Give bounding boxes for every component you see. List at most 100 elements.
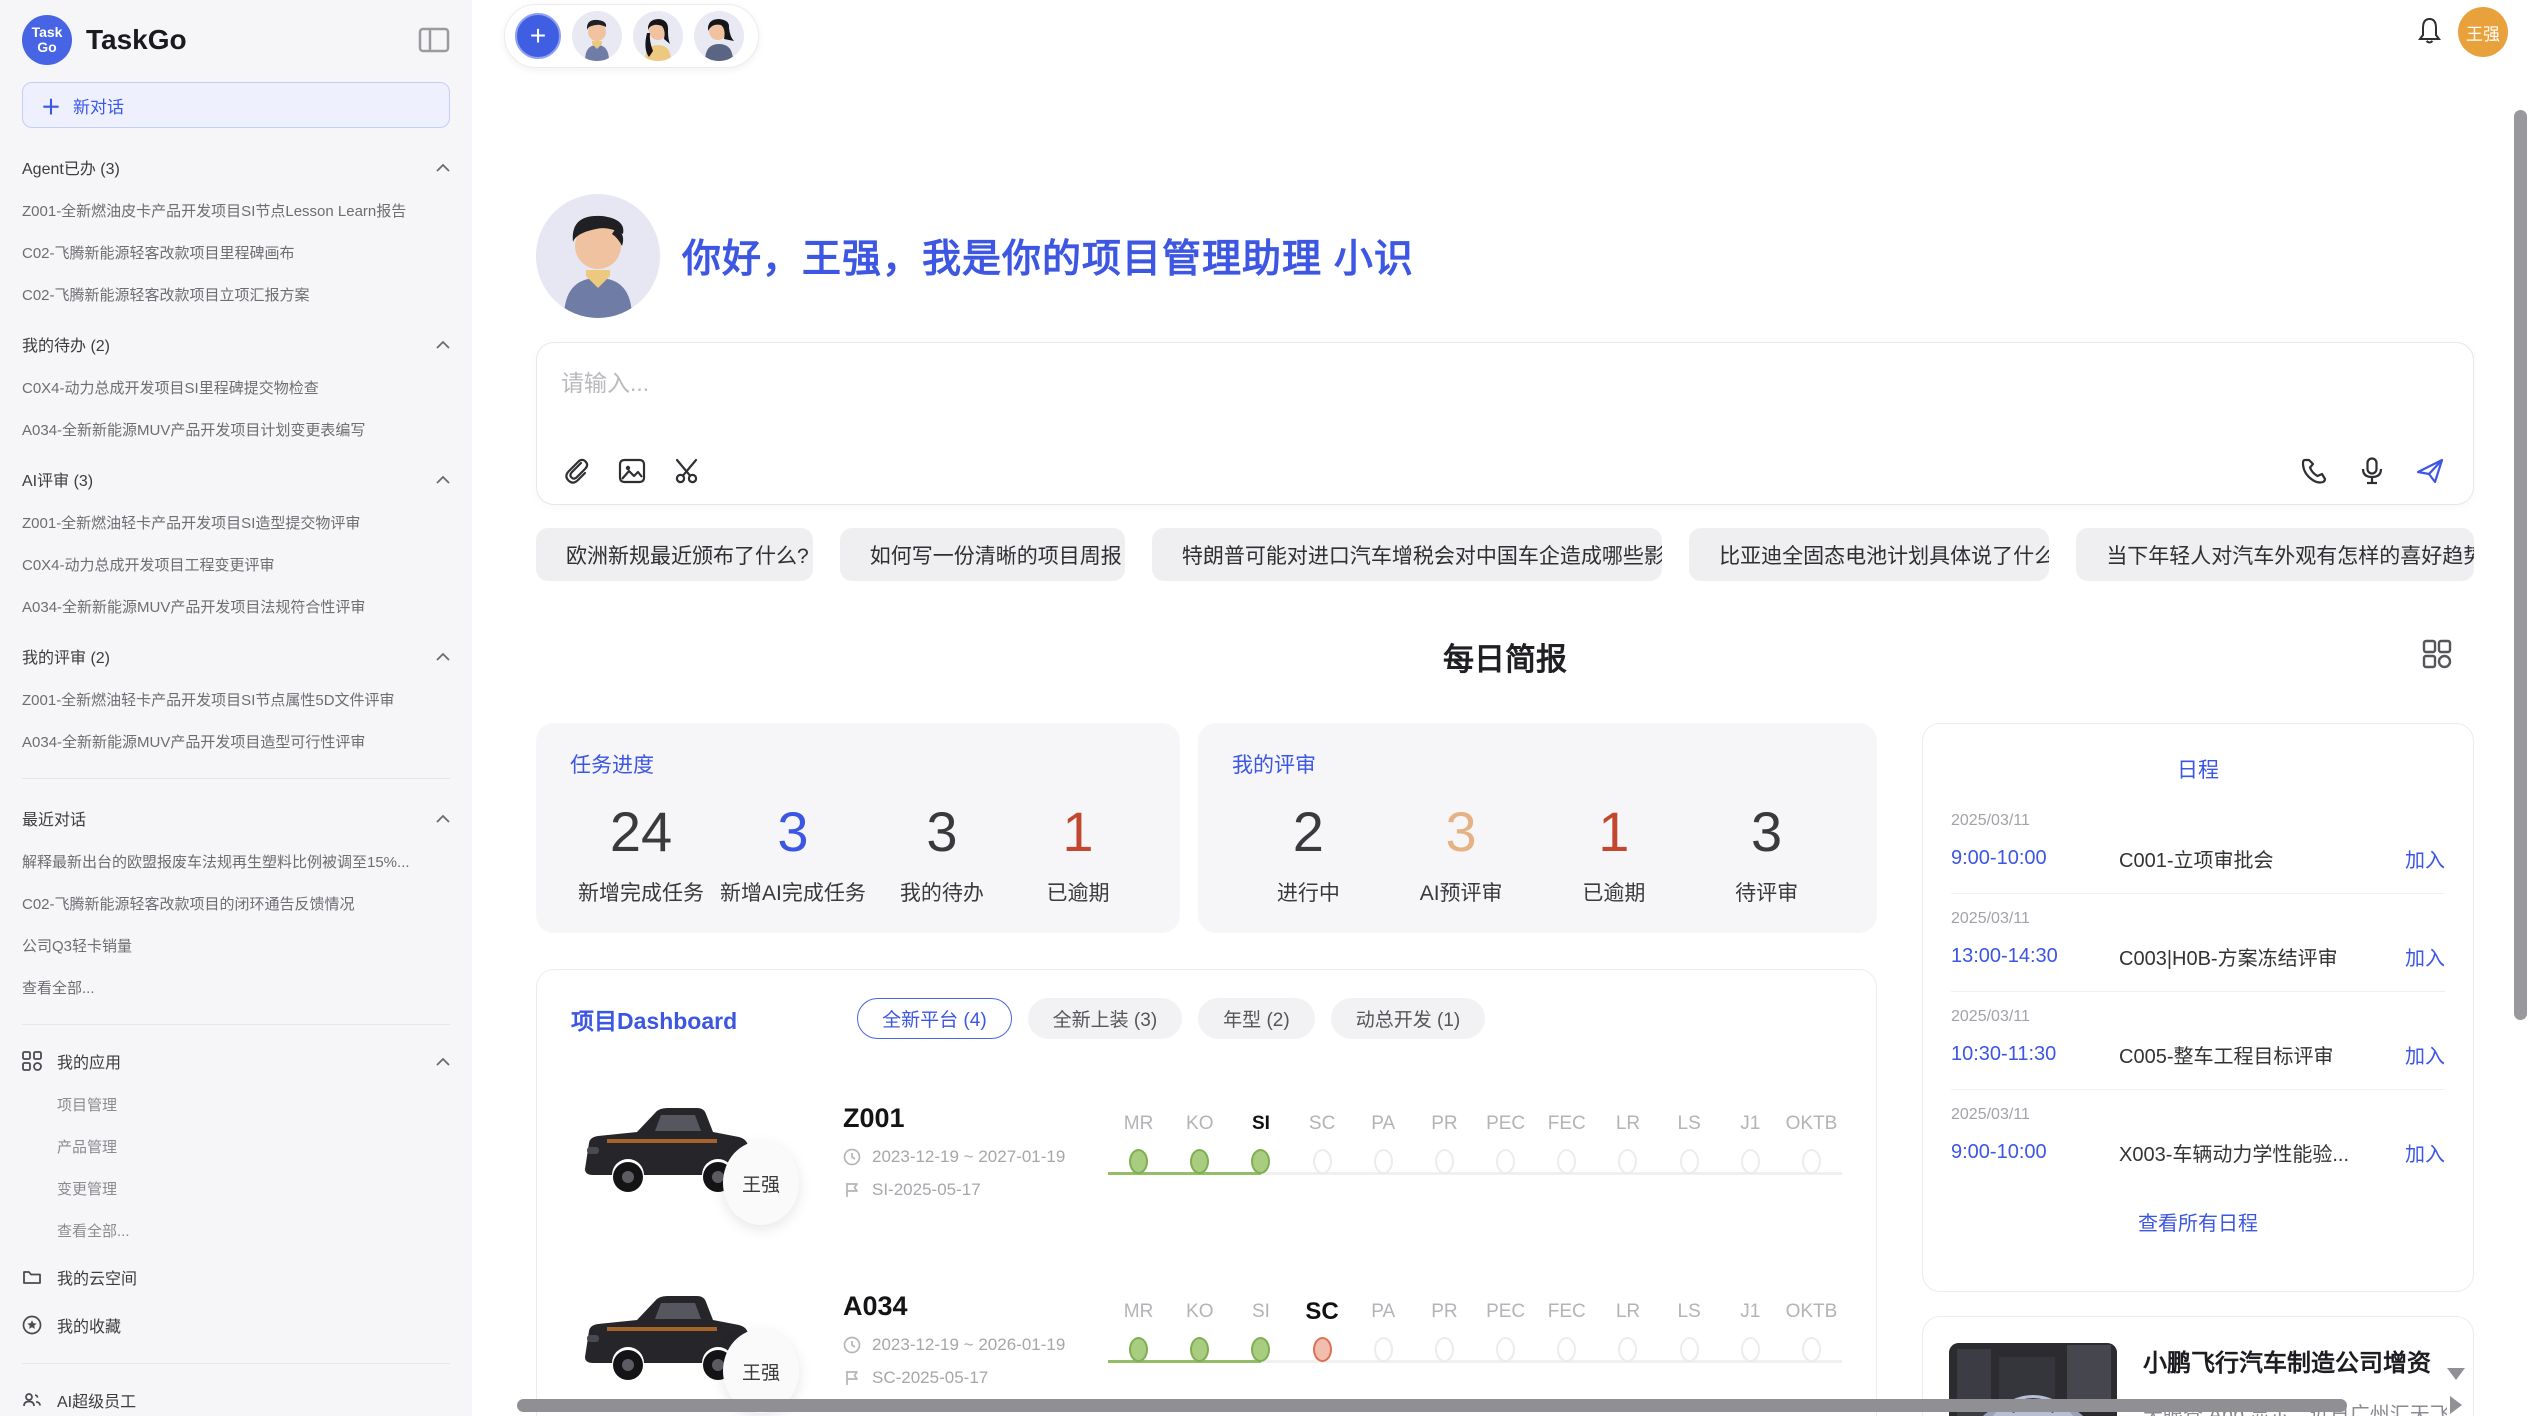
stat-review-overdue: 1 已逾期 [1554,801,1674,907]
new-chat-button[interactable]: ＋ 新对话 [22,82,450,128]
project-row-z001[interactable]: 王强 Z001 2023-12-19 ~ 2027-01-19 SI-2025-… [571,1075,1842,1227]
collaborator-avatar[interactable] [694,11,744,61]
section-header-ai-review[interactable]: AI评审 (3) [22,467,450,491]
vertical-scrollbar[interactable] [2514,110,2527,1020]
recent-chat-item[interactable]: C02-飞腾新能源轻客改款项目的闭环通告反馈情况 [22,893,450,914]
suggestion-chip[interactable]: 当下年轻人对汽车外观有怎样的喜好趋势 [2076,528,2474,581]
section-header-my-todo[interactable]: 我的待办 (2) [22,332,450,356]
horizontal-scrollbar[interactable] [517,1399,2347,1412]
view-all-chats-link[interactable]: 查看全部... [22,977,450,998]
suggestion-chip[interactable]: 比亚迪全固态电池计划具体说了什么 [1689,528,2049,581]
suggestion-chip[interactable]: 特朗普可能对进口汽车增税会对中国车企造成哪些影响 [1152,528,1662,581]
flag-text: SI-2025-05-17 [872,1180,981,1200]
milestone: FEC [1536,1112,1597,1190]
milestone: PR [1414,1112,1475,1190]
task-item[interactable]: C02-飞腾新能源轻客改款项目立项汇报方案 [22,284,450,305]
view-all-apps-link[interactable]: 查看全部... [57,1220,450,1241]
logo-text-2: Go [37,40,56,55]
send-icon[interactable] [2415,456,2445,486]
project-dates: 2023-12-19 ~ 2026-01-19 [843,1335,1098,1355]
image-icon[interactable] [617,456,647,486]
join-button[interactable]: 加入 [2405,1040,2445,1069]
owner-name: 王强 [742,1358,780,1385]
milestone: FEC [1536,1300,1597,1378]
stat-value: 1 [1554,801,1674,863]
milestone: MR [1108,1300,1169,1378]
panel-toggle-icon[interactable] [418,26,450,54]
tab-model-year[interactable]: 年型 (2) [1198,998,1315,1039]
tab-new-platform[interactable]: 全新平台 (4) [857,998,1012,1039]
join-button[interactable]: 加入 [2405,942,2445,971]
section-header-my-review[interactable]: 我的评审 (2) [22,644,450,668]
task-item[interactable]: Z001-全新燃油轻卡产品开发项目SI节点属性5D文件评审 [22,689,450,710]
app-item-product-mgmt[interactable]: 产品管理 [57,1136,450,1157]
collaborator-avatar[interactable] [572,11,622,61]
apps-grid-icon [22,1051,42,1071]
suggestion-chip[interactable]: 如何写一份清晰的项目周报 [840,528,1125,581]
scroll-down-arrow-icon[interactable] [2447,1368,2465,1380]
project-dates: 2023-12-19 ~ 2027-01-19 [843,1147,1098,1167]
recent-chat-item[interactable]: 解释最新出台的欧盟报废车法规再生塑料比例被调至15%... [22,851,450,872]
section-header-agent-done[interactable]: Agent已办 (3) [22,155,450,179]
task-item[interactable]: A034-全新新能源MUV产品开发项目造型可行性评审 [22,731,450,752]
sidebar-item-my-apps[interactable]: 我的应用 [22,1049,450,1073]
event-time: 9:00-10:00 [1951,847,2119,870]
stat-value: 1 [1018,801,1138,863]
layout-grid-icon[interactable] [2421,638,2453,670]
milestone: LS [1659,1300,1720,1378]
join-button[interactable]: 加入 [2405,1138,2445,1167]
user-avatar[interactable]: 王强 [2458,7,2508,57]
join-button[interactable]: 加入 [2405,844,2445,873]
stat-my-todo: 3 我的待办 [882,801,1002,907]
stat-overdue: 1 已逾期 [1018,801,1138,907]
sidebar-item-favorites[interactable]: 我的收藏 [22,1313,450,1337]
collaborator-avatar[interactable] [633,11,683,61]
schedule-title: 日程 [1951,754,2445,784]
cloud-space-label: 我的云空间 [57,1265,450,1289]
stat-value: 3 [720,801,866,863]
milestone-timeline: MR KO SI SC PA PR PEC FEC LR LS J1 OKTB [1108,1112,1842,1190]
task-item[interactable]: C0X4-动力总成开发项目工程变更评审 [22,554,450,575]
schedule-event: 2025/03/11 9:00-10:00 C001-立项审批会 加入 [1951,796,2445,894]
hero-greeting: 你好，王强，我是你的项目管理助理 小识 [536,194,1414,318]
app-header: Task Go TaskGo [22,14,450,66]
app-item-project-mgmt[interactable]: 项目管理 [57,1094,450,1115]
phone-call-icon[interactable] [2299,456,2329,486]
task-item[interactable]: C02-飞腾新能源轻客改款项目里程碑画布 [22,242,450,263]
milestone-current: SC [1292,1300,1353,1378]
scissors-icon[interactable] [673,456,703,486]
divider [22,1363,450,1364]
recent-chat-item[interactable]: 公司Q3轻卡销量 [22,935,450,956]
task-item[interactable]: A034-全新新能源MUV产品开发项目计划变更表编写 [22,419,450,440]
sidebar-item-ai-employee[interactable]: AI超级员工 [22,1388,450,1412]
suggestion-chip[interactable]: 欧洲新规最近颁布了什么? [536,528,813,581]
chat-input[interactable] [561,363,1961,403]
view-all-schedule-link[interactable]: 查看所有日程 [1951,1207,2445,1236]
section-header-recent-chats[interactable]: 最近对话 [22,806,450,830]
scroll-right-arrow-icon[interactable] [2450,1396,2462,1414]
favorites-label: 我的收藏 [57,1313,450,1337]
milestone: LR [1597,1300,1658,1378]
stat-value: 2 [1248,801,1368,863]
milestone: KO [1169,1300,1230,1378]
tab-powertrain[interactable]: 动总开发 (1) [1331,998,1486,1039]
my-reviews-title: 我的评审 [1232,749,1843,779]
project-row-a034[interactable]: 王强 A034 2023-12-19 ~ 2026-01-19 SC-2025-… [571,1263,1842,1415]
tab-new-body[interactable]: 全新上装 (3) [1028,998,1183,1039]
stat-in-progress: 2 进行中 [1248,801,1368,907]
milestone: PA [1353,1112,1414,1190]
dashboard-title: 项目Dashboard [571,1002,737,1036]
task-item[interactable]: Z001-全新燃油皮卡产品开发项目SI节点Lesson Learn报告 [22,200,450,221]
attachment-icon[interactable] [561,456,591,486]
sidebar-item-cloud-space[interactable]: 我的云空间 [22,1265,450,1289]
notification-bell-icon[interactable] [2416,16,2443,46]
event-date: 2025/03/11 [1951,812,2445,830]
task-item[interactable]: A034-全新新能源MUV产品开发项目法规符合性评审 [22,596,450,617]
microphone-icon[interactable] [2357,456,2387,486]
date-range: 2023-12-19 ~ 2027-01-19 [872,1147,1065,1167]
app-item-change-mgmt[interactable]: 变更管理 [57,1178,450,1199]
task-item[interactable]: Z001-全新燃油轻卡产品开发项目SI造型提交物评审 [22,512,450,533]
add-collaborator-button[interactable]: + [515,13,561,59]
folder-icon [22,1267,42,1287]
task-item[interactable]: C0X4-动力总成开发项目SI里程碑提交物检查 [22,377,450,398]
